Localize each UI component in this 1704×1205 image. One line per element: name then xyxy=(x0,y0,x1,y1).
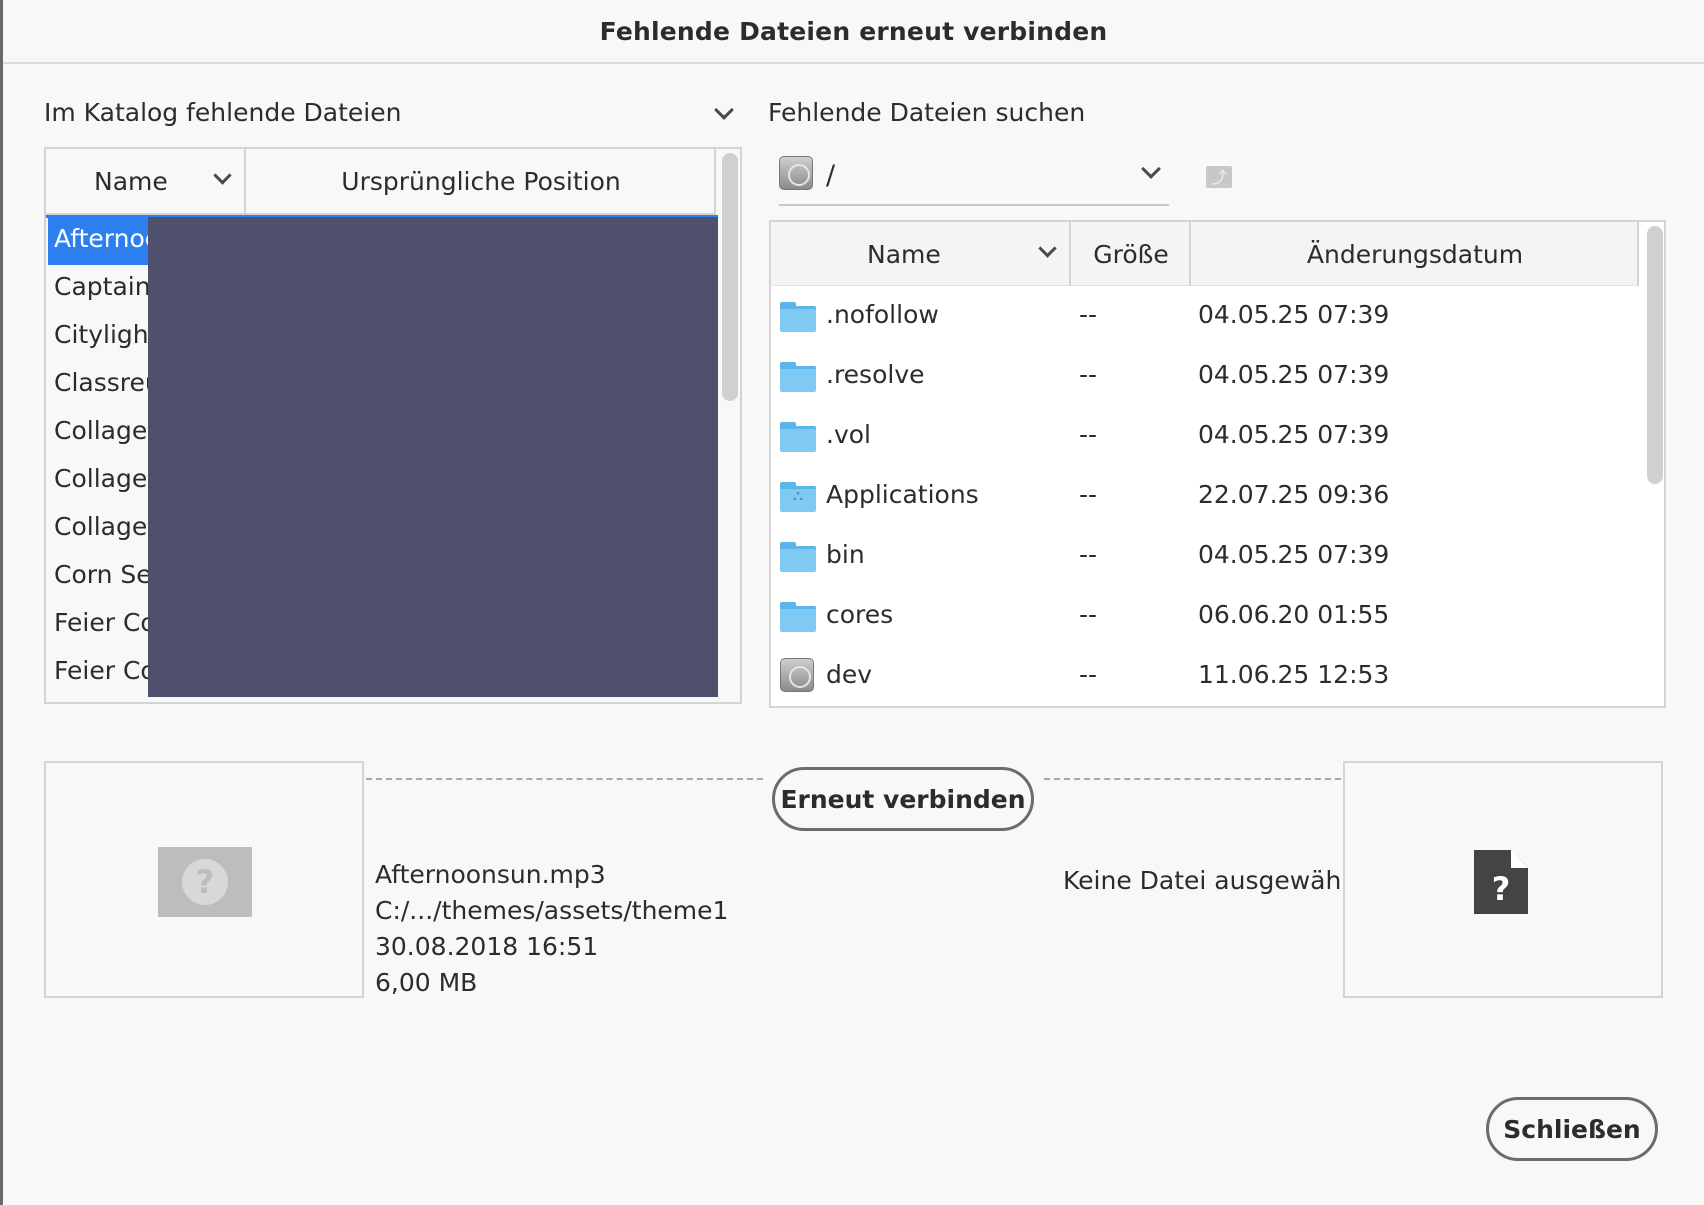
catalog-row-name: Classreu xyxy=(54,368,161,397)
file-row[interactable]: .nofollow -- 04.05.25 07:39 xyxy=(771,286,1639,346)
file-row[interactable]: ⛬ Applications -- 22.07.25 09:36 xyxy=(771,466,1639,526)
file-row-size: -- xyxy=(1079,360,1098,389)
applications-folder-icon: ⛬ xyxy=(780,482,816,512)
catalog-row-name: Collage xyxy=(54,416,148,445)
catalog-row-name: Feier Co xyxy=(54,608,156,637)
file-scrollbar[interactable] xyxy=(1647,226,1663,484)
file-row-name: dev xyxy=(826,660,873,689)
sort-chevron-icon[interactable] xyxy=(213,166,232,185)
file-row-date: 04.05.25 07:39 xyxy=(1198,360,1390,389)
connector-line-left xyxy=(366,778,763,780)
path-value: / xyxy=(826,160,836,191)
file-row[interactable]: .resolve -- 04.05.25 07:39 xyxy=(771,346,1639,406)
folder-icon xyxy=(780,362,816,392)
catalog-column-name[interactable]: Name xyxy=(46,149,246,215)
path-dropdown[interactable]: / xyxy=(779,150,1169,206)
catalog-row-name: Citylight xyxy=(54,320,159,349)
parent-folder-icon[interactable] xyxy=(1206,164,1232,188)
file-row[interactable]: cores -- 06.06.20 01:55 xyxy=(771,586,1639,646)
file-column-name[interactable]: Name xyxy=(771,222,1071,286)
file-row-name: .vol xyxy=(826,420,871,449)
file-table-header: Name Größe Änderungsdatum xyxy=(771,222,1639,286)
catalog-column-position-label: Ursprüngliche Position xyxy=(341,167,621,196)
catalog-row-name: Collage xyxy=(54,512,148,541)
catalog-row-name: Feier Co xyxy=(54,656,156,685)
file-column-name-label: Name xyxy=(867,240,941,269)
disk-icon xyxy=(780,658,814,692)
file-row-date: 22.07.25 09:36 xyxy=(1198,480,1390,509)
folder-icon xyxy=(780,302,816,332)
file-column-date-label: Änderungsdatum xyxy=(1306,240,1524,269)
file-row-size: -- xyxy=(1079,480,1098,509)
catalog-column-position[interactable]: Ursprüngliche Position xyxy=(248,149,716,215)
file-row-name: .resolve xyxy=(826,360,925,389)
catalog-row-name: Collage xyxy=(54,464,148,493)
missing-file-size: 6,00 MB xyxy=(375,968,478,997)
sort-chevron-icon[interactable] xyxy=(1038,239,1057,258)
no-file-selected-text: Keine Datei ausgewählt xyxy=(1063,866,1359,895)
unknown-image-icon: ? xyxy=(158,847,252,917)
file-row-date: 11.06.25 12:53 xyxy=(1198,660,1390,689)
file-row-size: -- xyxy=(1079,540,1098,569)
file-row-name: .nofollow xyxy=(826,300,939,329)
catalog-table: Name Ursprüngliche Position Afternoc Capt… xyxy=(44,147,742,704)
file-row-date: 04.05.25 07:39 xyxy=(1198,300,1390,329)
selected-file-thumbnail: ? xyxy=(1343,761,1663,998)
catalog-scrollbar[interactable] xyxy=(722,153,738,401)
file-row[interactable]: dev -- 11.06.25 12:53 xyxy=(771,646,1639,706)
missing-file-thumbnail: ? xyxy=(44,761,364,998)
file-row-size: -- xyxy=(1079,300,1098,329)
file-column-date[interactable]: Änderungsdatum xyxy=(1193,222,1639,286)
file-row-date: 04.05.25 07:39 xyxy=(1198,540,1390,569)
folder-icon xyxy=(780,422,816,452)
close-button[interactable]: Schließen xyxy=(1486,1097,1658,1161)
file-row-date: 06.06.20 01:55 xyxy=(1198,600,1390,629)
file-row-name: cores xyxy=(826,600,894,629)
file-column-size[interactable]: Größe xyxy=(1073,222,1191,286)
missing-file-name: Afternoonsun.mp3 xyxy=(375,860,606,889)
file-column-size-label: Größe xyxy=(1093,240,1169,269)
redacted-region xyxy=(148,217,718,697)
catalog-row-name: Afternoc xyxy=(54,224,159,253)
catalog-dropdown-chevron-icon[interactable] xyxy=(714,100,734,120)
catalog-label: Im Katalog fehlende Dateien xyxy=(44,98,402,127)
file-row-name: Applications xyxy=(826,480,979,509)
file-row-size: -- xyxy=(1079,420,1098,449)
search-label: Fehlende Dateien suchen xyxy=(768,98,1086,127)
dialog-title: Fehlende Dateien erneut verbinden xyxy=(599,16,1108,46)
folder-icon xyxy=(780,602,816,632)
catalog-table-header: Name Ursprüngliche Position xyxy=(46,149,716,215)
file-row-date: 04.05.25 07:39 xyxy=(1198,420,1390,449)
file-row[interactable]: .vol -- 04.05.25 07:39 xyxy=(771,406,1639,466)
relink-button[interactable]: Erneut verbinden xyxy=(772,767,1034,831)
file-row-size: -- xyxy=(1079,660,1098,689)
catalog-column-name-label: Name xyxy=(94,167,168,196)
title-bar: Fehlende Dateien erneut verbinden xyxy=(3,0,1704,64)
disk-icon xyxy=(779,156,813,190)
connector-line-right xyxy=(1044,778,1341,780)
file-browser-table: Name Größe Änderungsdatum .nofollow -- 04.… xyxy=(769,220,1666,708)
missing-file-date: 30.08.2018 16:51 xyxy=(375,932,599,961)
window-edge xyxy=(0,0,3,1205)
missing-file-path: C:/.../themes/assets/theme1 xyxy=(375,896,729,925)
folder-icon xyxy=(780,542,816,572)
path-chevron-down-icon[interactable] xyxy=(1141,159,1161,179)
file-row-name: bin xyxy=(826,540,865,569)
file-row-size: -- xyxy=(1079,600,1098,629)
file-row[interactable]: bin -- 04.05.25 07:39 xyxy=(771,526,1639,586)
